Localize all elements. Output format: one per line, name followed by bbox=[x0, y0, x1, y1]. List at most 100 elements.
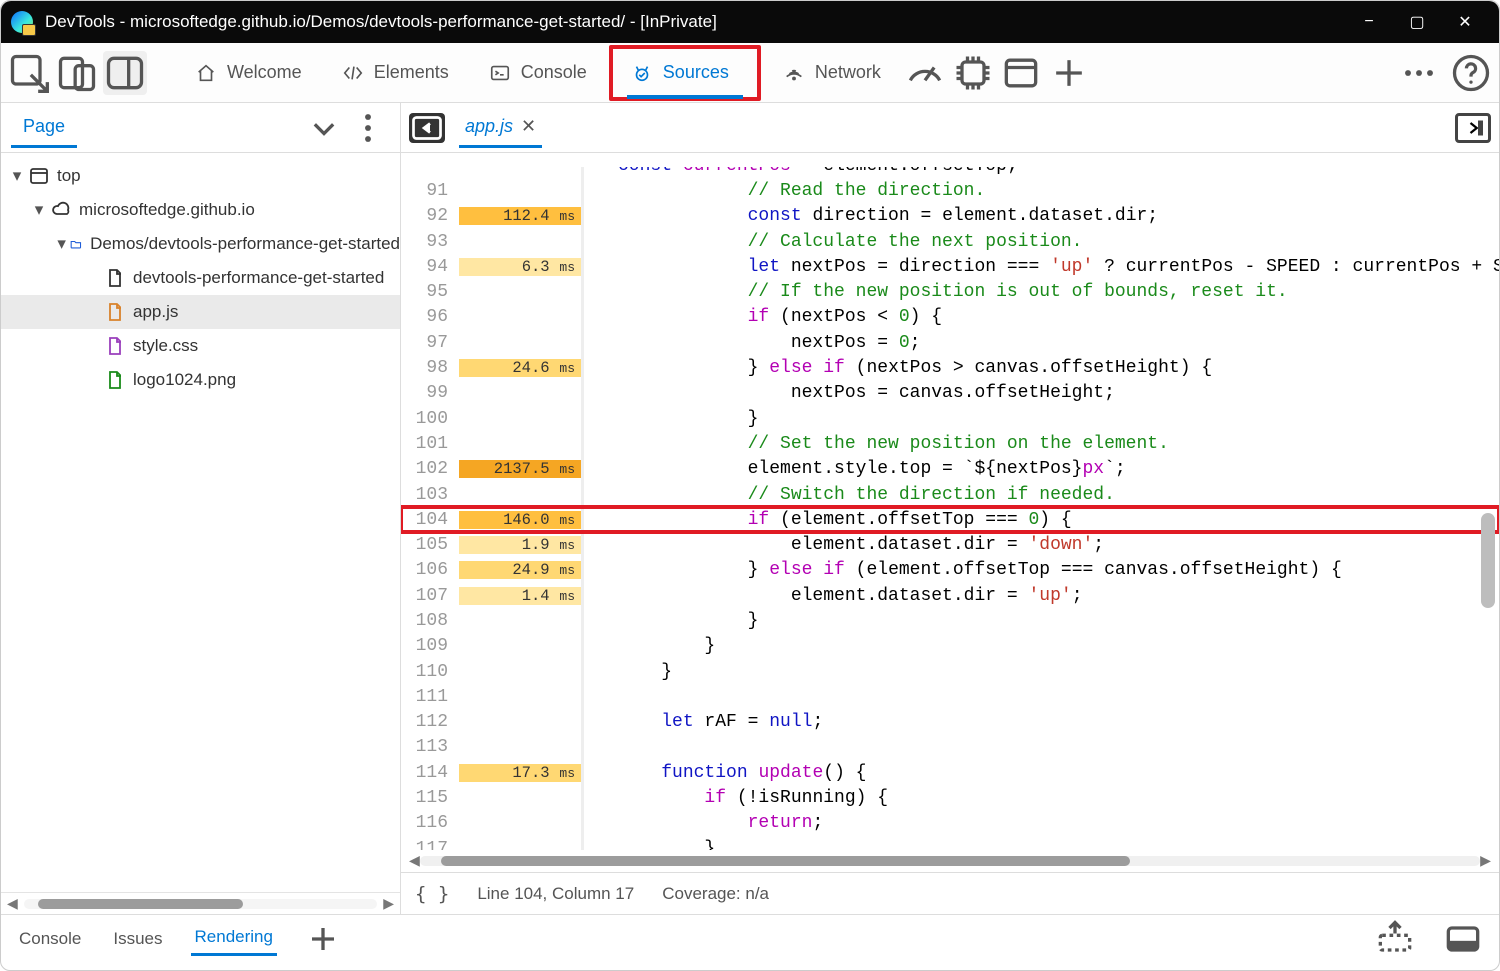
devtools-tabbar: Welcome Elements Console Sources Network bbox=[1, 43, 1499, 103]
tab-network[interactable]: Network bbox=[765, 49, 899, 97]
tab-sources[interactable]: Sources bbox=[613, 49, 757, 97]
drawer-expand-button[interactable] bbox=[1373, 917, 1417, 961]
editor-pane: app.js ✕ const currentPos = element.offs… bbox=[401, 103, 1499, 914]
window-title: DevTools - microsoftedge.github.io/Demos… bbox=[45, 12, 717, 32]
code-line[interactable]: 1071.4 ms element.dataset.dir = 'up'; bbox=[401, 583, 1499, 608]
tree-file-logo[interactable]: logo1024.png bbox=[1, 363, 400, 397]
editor-hscrollbar[interactable]: ◀▶ bbox=[401, 850, 1499, 872]
editor-statusbar: { } Line 104, Column 17 Coverage: n/a bbox=[401, 872, 1499, 914]
code-line[interactable]: 117 } bbox=[401, 836, 1499, 850]
cursor-position: Line 104, Column 17 bbox=[477, 884, 634, 904]
code-line[interactable]: 99 nextPos = canvas.offsetHeight; bbox=[401, 381, 1499, 406]
code-line[interactable]: 97 nextPos = 0; bbox=[401, 330, 1499, 355]
tree-file-label: devtools-performance-get-started bbox=[133, 268, 384, 288]
add-tab-button[interactable] bbox=[1047, 51, 1091, 95]
folder-icon bbox=[70, 234, 82, 254]
tab-console[interactable]: Console bbox=[471, 49, 605, 97]
code-line[interactable]: 101 // Set the new position on the eleme… bbox=[401, 431, 1499, 456]
code-line[interactable]: 96 if (nextPos < 0) { bbox=[401, 305, 1499, 330]
tree-domain-label: microsoftedge.github.io bbox=[79, 200, 255, 220]
js-file-icon bbox=[105, 302, 125, 322]
code-line[interactable]: 112 let rAF = null; bbox=[401, 710, 1499, 735]
code-line[interactable]: 10624.9 ms } else if (element.offsetTop … bbox=[401, 558, 1499, 583]
coverage-status: Coverage: n/a bbox=[662, 884, 769, 904]
file-tree[interactable]: ▾ top ▾ microsoftedge.github.io ▾ Demos/… bbox=[1, 153, 400, 892]
tree-file-stylecss[interactable]: style.css bbox=[1, 329, 400, 363]
help-button[interactable] bbox=[1449, 51, 1493, 95]
tab-welcome[interactable]: Welcome bbox=[177, 49, 320, 97]
css-file-icon bbox=[105, 336, 125, 356]
code-line[interactable]: 92112.4 ms const direction = element.dat… bbox=[401, 204, 1499, 229]
code-line[interactable]: 1051.9 ms element.dataset.dir = 'down'; bbox=[401, 532, 1499, 557]
tree-file-label: style.css bbox=[133, 336, 198, 356]
tab-welcome-label: Welcome bbox=[227, 62, 302, 83]
tab-memory[interactable] bbox=[951, 51, 995, 95]
device-toolbar-button[interactable] bbox=[55, 51, 99, 95]
tree-file-html[interactable]: devtools-performance-get-started bbox=[1, 261, 400, 295]
edge-app-icon bbox=[11, 11, 33, 33]
dock-side-button[interactable] bbox=[103, 51, 147, 95]
code-line[interactable]: 108 } bbox=[401, 608, 1499, 633]
image-file-icon bbox=[105, 370, 125, 390]
toggle-navigator-button[interactable] bbox=[409, 113, 445, 143]
navigator-sidebar: Page ▾ top ▾ microsoftedge.github.io ▾ D… bbox=[1, 103, 401, 914]
tab-elements[interactable]: Elements bbox=[324, 49, 467, 97]
tree-folder-label: Demos/devtools-performance-get-started bbox=[90, 234, 400, 254]
more-options-button[interactable] bbox=[1397, 51, 1441, 95]
window-close-button[interactable]: ✕ bbox=[1441, 12, 1489, 32]
code-line[interactable]: 103 // Switch the direction if needed. bbox=[401, 482, 1499, 507]
tree-domain[interactable]: ▾ microsoftedge.github.io bbox=[1, 193, 400, 227]
drawer-tab-console[interactable]: Console bbox=[15, 923, 85, 955]
code-line[interactable]: 11417.3 ms function update() { bbox=[401, 760, 1499, 785]
tab-sources-label: Sources bbox=[663, 62, 729, 83]
window-minimize-button[interactable]: − bbox=[1345, 13, 1393, 31]
code-line[interactable]: 946.3 ms let nextPos = direction === 'up… bbox=[401, 254, 1499, 279]
code-line[interactable]: 104146.0 ms if (element.offsetTop === 0)… bbox=[401, 507, 1499, 532]
drawer-tab-issues[interactable]: Issues bbox=[109, 923, 166, 955]
code-line[interactable]: 9824.6 ms } else if (nextPos > canvas.of… bbox=[401, 355, 1499, 380]
tree-file-appjs[interactable]: app.js bbox=[1, 295, 400, 329]
drawer-tab-rendering[interactable]: Rendering bbox=[191, 921, 277, 956]
tree-folder[interactable]: ▾ Demos/devtools-performance-get-started bbox=[1, 227, 400, 261]
code-line[interactable]: 95 // If the new position is out of boun… bbox=[401, 279, 1499, 304]
drawer-tabbar: Console Issues Rendering bbox=[1, 914, 1499, 962]
editor-file-name: app.js bbox=[465, 116, 513, 137]
window-titlebar: DevTools - microsoftedge.github.io/Demos… bbox=[1, 1, 1499, 43]
code-line[interactable]: 111 bbox=[401, 684, 1499, 709]
inspect-element-button[interactable] bbox=[7, 51, 51, 95]
sidebar-tab-page[interactable]: Page bbox=[11, 108, 77, 148]
drawer-add-tab-button[interactable] bbox=[301, 917, 345, 961]
code-line[interactable]: 93 // Calculate the next position. bbox=[401, 229, 1499, 254]
window-frame-icon bbox=[29, 166, 49, 186]
tab-console-label: Console bbox=[521, 62, 587, 83]
pretty-print-button[interactable]: { } bbox=[415, 883, 449, 905]
drawer-dock-button[interactable] bbox=[1441, 917, 1485, 961]
code-line[interactable]: 91 // Read the direction. bbox=[401, 178, 1499, 203]
sidebar-dropdown-button[interactable] bbox=[302, 106, 346, 150]
code-line[interactable]: 110 } bbox=[401, 659, 1499, 684]
tab-elements-label: Elements bbox=[374, 62, 449, 83]
tree-file-label: logo1024.png bbox=[133, 370, 236, 390]
code-line[interactable]: 1022137.5 ms element.style.top = `${next… bbox=[401, 457, 1499, 482]
toggle-debugger-button[interactable] bbox=[1455, 113, 1491, 143]
tab-application[interactable] bbox=[999, 51, 1043, 95]
tree-file-label: app.js bbox=[133, 302, 178, 322]
code-line[interactable]: 113 bbox=[401, 735, 1499, 760]
code-line[interactable]: 116 return; bbox=[401, 811, 1499, 836]
cloud-icon bbox=[51, 200, 71, 220]
code-line[interactable]: 100 } bbox=[401, 406, 1499, 431]
document-icon bbox=[105, 268, 125, 288]
window-maximize-button[interactable]: ▢ bbox=[1393, 12, 1441, 32]
sidebar-more-button[interactable] bbox=[346, 106, 390, 150]
code-line[interactable]: 115 if (!isRunning) { bbox=[401, 785, 1499, 810]
close-file-button[interactable]: ✕ bbox=[521, 116, 536, 137]
tab-network-label: Network bbox=[815, 62, 881, 83]
code-editor[interactable]: const currentPos = element.offsetTop;91 … bbox=[401, 153, 1499, 872]
code-line[interactable]: 109 } bbox=[401, 634, 1499, 659]
tree-top-label: top bbox=[57, 166, 81, 186]
editor-file-tab[interactable]: app.js ✕ bbox=[459, 108, 542, 148]
sidebar-hscrollbar[interactable]: ◀▶ bbox=[1, 892, 400, 914]
editor-vscrollbar[interactable] bbox=[1481, 513, 1495, 608]
tree-top[interactable]: ▾ top bbox=[1, 159, 400, 193]
tab-performance[interactable] bbox=[903, 51, 947, 95]
